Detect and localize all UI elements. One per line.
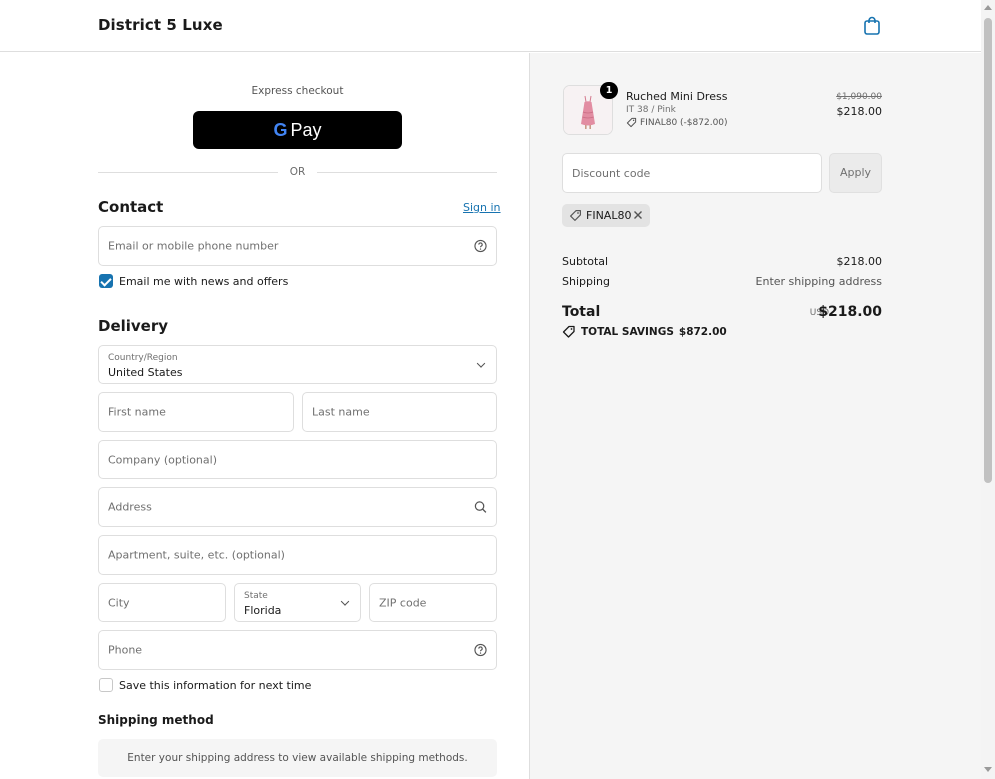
chevron-down-icon [476, 358, 486, 368]
shopping-bag-icon[interactable] [863, 16, 881, 36]
header: District 5 Luxe [0, 0, 981, 52]
google-pay-button[interactable]: G Pay [193, 111, 402, 149]
city-placeholder: City [108, 596, 130, 609]
express-checkout-label: Express checkout [251, 85, 344, 97]
apartment-placeholder: Apartment, suite, etc. (optional) [108, 548, 285, 562]
divider-line-right [317, 172, 497, 173]
city-field[interactable]: City [98, 583, 226, 622]
applied-discount-code: FINAL80 [586, 209, 632, 222]
close-icon[interactable] [632, 209, 644, 221]
email-field[interactable]: Email or mobile phone number [98, 226, 497, 266]
contact-heading: Contact [98, 198, 164, 216]
scrollbar[interactable] [981, 0, 995, 779]
state-value: Florida [244, 604, 282, 617]
store-logo[interactable]: District 5 Luxe [98, 16, 223, 34]
country-value: United States [108, 366, 183, 379]
discount-code-input[interactable]: Discount code [562, 153, 822, 193]
subtotal-value: $218.00 [836, 255, 883, 268]
product-name: Ruched Mini Dress [626, 90, 728, 103]
country-select[interactable]: Country/Region United States [98, 345, 497, 384]
product-original-price: $1,090.00 [836, 92, 882, 102]
sign-in-link[interactable]: Sign in [463, 201, 501, 214]
first-name-field[interactable]: First name [98, 392, 294, 432]
country-label: Country/Region [108, 353, 178, 363]
applied-discount-chip: FINAL80 [562, 204, 650, 227]
last-name-placeholder: Last name [312, 405, 370, 419]
apply-button[interactable]: Apply [829, 153, 882, 193]
delivery-heading: Delivery [98, 317, 169, 335]
email-placeholder: Email or mobile phone number [108, 239, 279, 253]
total-savings-label: TOTAL SAVINGS [581, 325, 674, 338]
chevron-down-icon [340, 596, 350, 606]
product-price: $218.00 [836, 105, 883, 118]
savings-tag-icon [562, 325, 575, 338]
save-info-label: Save this information for next time [119, 679, 312, 692]
search-icon [474, 501, 487, 513]
news-checkbox[interactable] [99, 274, 113, 288]
address-placeholder: Address [108, 500, 152, 514]
news-checkbox-label: Email me with news and offers [119, 275, 289, 288]
zip-field[interactable]: ZIP code [369, 583, 497, 622]
subtotal-label: Subtotal [562, 255, 609, 268]
scroll-thumb[interactable] [984, 18, 992, 483]
company-field[interactable]: Company (optional) [98, 440, 497, 479]
tag-icon [570, 210, 581, 221]
total-value: $218.00 [818, 304, 882, 320]
state-select[interactable]: State Florida [234, 583, 361, 622]
shipping-method-message: Enter your shipping address to view avai… [127, 752, 468, 764]
address-field[interactable]: Address [98, 487, 497, 527]
product-discount: FINAL80 (-$872.00) [626, 117, 728, 128]
shipping-label: Shipping [562, 275, 610, 288]
first-name-placeholder: First name [108, 405, 166, 419]
quantity-badge: 1 [600, 82, 618, 99]
total-savings-value: $872.00 [678, 325, 727, 338]
tag-icon [626, 117, 637, 128]
scroll-up-arrow-icon[interactable] [984, 5, 992, 10]
state-label: State [244, 591, 268, 601]
total-savings: TOTAL SAVINGS $872.00 [562, 325, 727, 338]
shipping-value: Enter shipping address [755, 275, 882, 288]
phone-field[interactable]: Phone [98, 630, 497, 670]
product-variant: IT 38 / Pink [626, 105, 676, 115]
company-placeholder: Company (optional) [108, 453, 217, 466]
scroll-down-arrow-icon[interactable] [984, 767, 992, 772]
shipping-method-heading: Shipping method [98, 713, 214, 727]
product-discount-text: FINAL80 (-$872.00) [640, 117, 728, 128]
zip-placeholder: ZIP code [379, 596, 427, 609]
google-g-icon: G [273, 119, 288, 140]
or-divider: OR [98, 166, 497, 180]
total-label: Total [562, 304, 601, 320]
help-circle-icon[interactable] [474, 239, 487, 253]
shipping-method-notice: Enter your shipping address to view avai… [98, 739, 497, 777]
phone-placeholder: Phone [108, 643, 143, 657]
last-name-field[interactable]: Last name [302, 392, 497, 432]
save-info-checkbox[interactable] [99, 678, 113, 692]
help-circle-icon[interactable] [474, 643, 487, 657]
discount-code-placeholder: Discount code [572, 167, 651, 180]
apartment-field[interactable]: Apartment, suite, etc. (optional) [98, 535, 497, 575]
google-pay-label: Pay [290, 119, 322, 140]
